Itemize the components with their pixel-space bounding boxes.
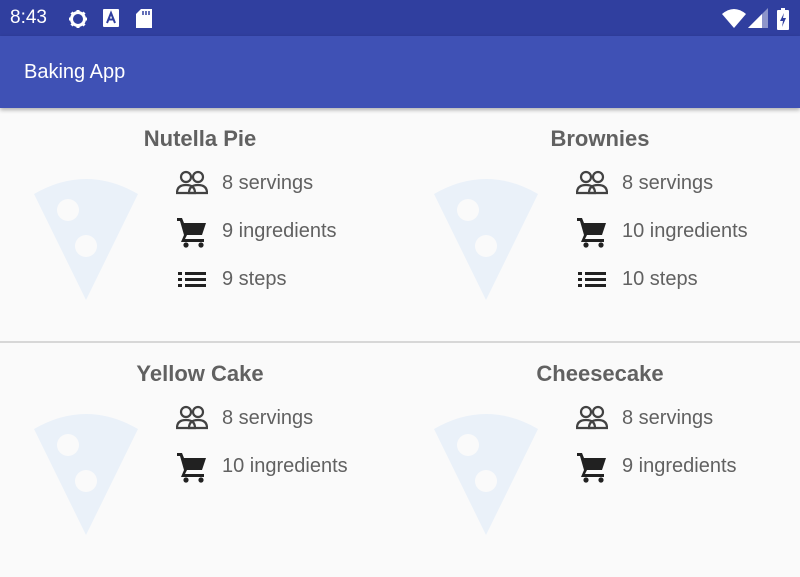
- recipe-name: Cheesecake: [536, 361, 664, 386]
- status-time: 8:43: [10, 7, 47, 28]
- recipe-name: Nutella Pie: [143, 126, 257, 151]
- people-icon: [176, 405, 208, 430]
- servings-text: 8 servings: [622, 172, 714, 194]
- settings-icon: [69, 10, 87, 28]
- cart-icon: [577, 218, 606, 248]
- pie-slice-icon: [34, 179, 138, 300]
- recipe-name: Yellow Cake: [136, 361, 264, 386]
- wifi-icon: [722, 9, 746, 28]
- battery-charging-icon: [777, 8, 789, 30]
- recipe-card-yellow-cake[interactable]: Yellow Cake 8 servings 10 ingredients: [0, 343, 400, 577]
- servings-text: 8 servings: [222, 407, 314, 429]
- pie-slice-icon: [434, 179, 538, 300]
- signal-icon: [748, 8, 768, 28]
- steps-text: 9 steps: [222, 268, 287, 290]
- list-icon: [178, 272, 206, 287]
- people-icon: [576, 170, 608, 195]
- list-icon: [578, 272, 606, 287]
- app-bar: Baking App: [0, 36, 800, 108]
- ingredients-text: 9 ingredients: [622, 455, 737, 477]
- font-icon: [103, 9, 119, 27]
- steps-text: 10 steps: [622, 268, 698, 290]
- cart-icon: [177, 218, 206, 248]
- ingredients-text: 10 ingredients: [622, 220, 748, 242]
- ingredients-text: 9 ingredients: [222, 220, 337, 242]
- recipe-card-nutella-pie[interactable]: Nutella Pie 8 servings 9 ingredients 9 s…: [0, 108, 400, 342]
- recipe-name: Brownies: [550, 126, 650, 151]
- recipe-card-cheesecake[interactable]: Cheesecake 8 servings 9 ingredients: [400, 343, 800, 577]
- cart-icon: [577, 453, 606, 483]
- people-icon: [576, 405, 608, 430]
- status-bar: 8:43: [0, 0, 800, 36]
- cart-icon: [177, 453, 206, 483]
- ingredients-text: 10 ingredients: [222, 455, 348, 477]
- app-title: Baking App: [24, 61, 126, 83]
- servings-text: 8 servings: [622, 407, 714, 429]
- people-icon: [176, 170, 208, 195]
- pie-slice-icon: [34, 414, 138, 535]
- sd-card-icon: [136, 9, 152, 28]
- servings-text: 8 servings: [222, 172, 314, 194]
- pie-slice-icon: [434, 414, 538, 535]
- recipe-card-brownies[interactable]: Brownies 8 servings 10 ingredients 10 st…: [400, 108, 800, 342]
